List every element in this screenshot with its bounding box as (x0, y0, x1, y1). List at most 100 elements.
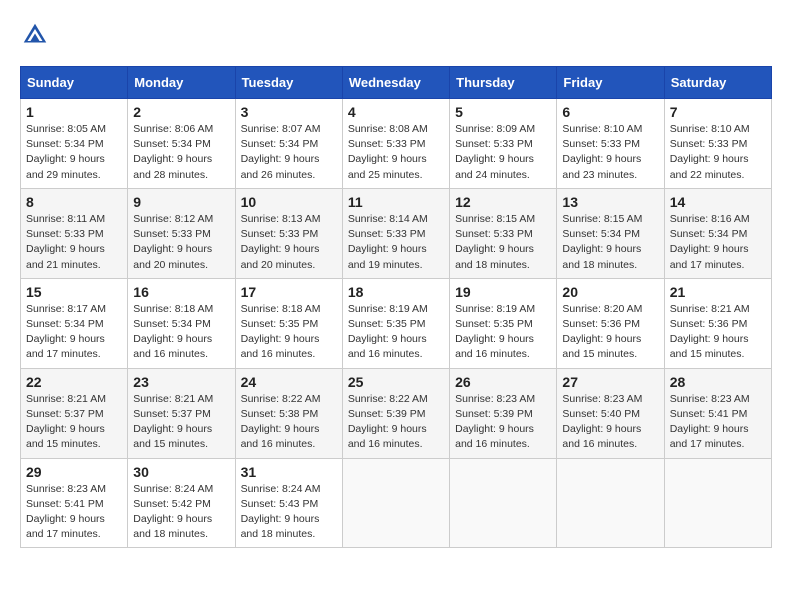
calendar-cell: 29Sunrise: 8:23 AMSunset: 5:41 PMDayligh… (21, 458, 128, 548)
day-info: Sunrise: 8:10 AMSunset: 5:33 PMDaylight:… (670, 122, 766, 183)
day-info: Sunrise: 8:21 AMSunset: 5:37 PMDaylight:… (133, 392, 229, 453)
weekday-header-friday: Friday (557, 67, 664, 99)
day-number: 14 (670, 194, 766, 210)
day-number: 21 (670, 284, 766, 300)
calendar-week-row: 29Sunrise: 8:23 AMSunset: 5:41 PMDayligh… (21, 458, 772, 548)
day-info: Sunrise: 8:23 AMSunset: 5:41 PMDaylight:… (670, 392, 766, 453)
calendar-cell: 12 Sunrise: 8:15 AMSunset: 5:33 PMDayligh… (450, 188, 557, 278)
day-info: Sunrise: 8:19 AMSunset: 5:35 PMDaylight:… (348, 302, 444, 363)
calendar-cell: 27Sunrise: 8:23 AMSunset: 5:40 PMDayligh… (557, 368, 664, 458)
calendar-cell: 10Sunrise: 8:13 AMSunset: 5:33 PMDayligh… (235, 188, 342, 278)
calendar-week-row: 1 Sunrise: 8:05 AMSunset: 5:34 PMDaylight… (21, 99, 772, 189)
day-info: Sunrise: 8:14 AMSunset: 5:33 PMDaylight:… (348, 212, 444, 273)
calendar-cell (342, 458, 449, 548)
logo (20, 20, 54, 50)
weekday-header-thursday: Thursday (450, 67, 557, 99)
day-info: Sunrise: 8:18 AMSunset: 5:34 PMDaylight:… (133, 302, 229, 363)
day-number: 17 (241, 284, 337, 300)
weekday-header-saturday: Saturday (664, 67, 771, 99)
calendar-table: SundayMondayTuesdayWednesdayThursdayFrid… (20, 66, 772, 548)
day-info: Sunrise: 8:12 AMSunset: 5:33 PMDaylight:… (133, 212, 229, 273)
calendar-cell (450, 458, 557, 548)
calendar-cell: 3 Sunrise: 8:07 AMSunset: 5:34 PMDaylight… (235, 99, 342, 189)
day-info: Sunrise: 8:08 AMSunset: 5:33 PMDaylight:… (348, 122, 444, 183)
day-info: Sunrise: 8:16 AMSunset: 5:34 PMDaylight:… (670, 212, 766, 273)
day-number: 18 (348, 284, 444, 300)
page-header (20, 20, 772, 50)
day-number: 8 (26, 194, 122, 210)
calendar-cell: 11 Sunrise: 8:14 AMSunset: 5:33 PMDayligh… (342, 188, 449, 278)
weekday-header-wednesday: Wednesday (342, 67, 449, 99)
calendar-cell: 18 Sunrise: 8:19 AMSunset: 5:35 PMDayligh… (342, 278, 449, 368)
day-number: 31 (241, 464, 337, 480)
calendar-cell: 21Sunrise: 8:21 AMSunset: 5:36 PMDayligh… (664, 278, 771, 368)
calendar-cell: 31 Sunrise: 8:24 AMSunset: 5:43 PMDayligh… (235, 458, 342, 548)
calendar-cell: 28Sunrise: 8:23 AMSunset: 5:41 PMDayligh… (664, 368, 771, 458)
calendar-cell: 26 Sunrise: 8:23 AMSunset: 5:39 PMDayligh… (450, 368, 557, 458)
calendar-cell: 22 Sunrise: 8:21 AMSunset: 5:37 PMDayligh… (21, 368, 128, 458)
day-number: 9 (133, 194, 229, 210)
weekday-header-tuesday: Tuesday (235, 67, 342, 99)
calendar-cell (664, 458, 771, 548)
day-info: Sunrise: 8:21 AMSunset: 5:37 PMDaylight:… (26, 392, 122, 453)
day-number: 12 (455, 194, 551, 210)
day-info: Sunrise: 8:15 AMSunset: 5:33 PMDaylight:… (455, 212, 551, 273)
day-number: 25 (348, 374, 444, 390)
day-info: Sunrise: 8:22 AMSunset: 5:39 PMDaylight:… (348, 392, 444, 453)
day-number: 15 (26, 284, 122, 300)
calendar-cell: 25 Sunrise: 8:22 AMSunset: 5:39 PMDayligh… (342, 368, 449, 458)
calendar-cell: 19 Sunrise: 8:19 AMSunset: 5:35 PMDayligh… (450, 278, 557, 368)
day-info: Sunrise: 8:19 AMSunset: 5:35 PMDaylight:… (455, 302, 551, 363)
day-info: Sunrise: 8:24 AMSunset: 5:43 PMDaylight:… (241, 482, 337, 543)
calendar-cell: 24 Sunrise: 8:22 AMSunset: 5:38 PMDayligh… (235, 368, 342, 458)
day-info: Sunrise: 8:09 AMSunset: 5:33 PMDaylight:… (455, 122, 551, 183)
day-info: Sunrise: 8:07 AMSunset: 5:34 PMDaylight:… (241, 122, 337, 183)
calendar-cell: 2Sunrise: 8:06 AMSunset: 5:34 PMDaylight… (128, 99, 235, 189)
calendar-cell: 23 Sunrise: 8:21 AMSunset: 5:37 PMDayligh… (128, 368, 235, 458)
day-number: 11 (348, 194, 444, 210)
calendar-cell: 7 Sunrise: 8:10 AMSunset: 5:33 PMDaylight… (664, 99, 771, 189)
day-info: Sunrise: 8:05 AMSunset: 5:34 PMDaylight:… (26, 122, 122, 183)
day-info: Sunrise: 8:11 AMSunset: 5:33 PMDaylight:… (26, 212, 122, 273)
day-info: Sunrise: 8:20 AMSunset: 5:36 PMDaylight:… (562, 302, 658, 363)
weekday-header-sunday: Sunday (21, 67, 128, 99)
day-info: Sunrise: 8:10 AMSunset: 5:33 PMDaylight:… (562, 122, 658, 183)
calendar-week-row: 15 Sunrise: 8:17 AMSunset: 5:34 PMDayligh… (21, 278, 772, 368)
day-number: 4 (348, 104, 444, 120)
calendar-cell: 1 Sunrise: 8:05 AMSunset: 5:34 PMDaylight… (21, 99, 128, 189)
day-number: 7 (670, 104, 766, 120)
calendar-week-row: 8 Sunrise: 8:11 AMSunset: 5:33 PMDaylight… (21, 188, 772, 278)
day-info: Sunrise: 8:17 AMSunset: 5:34 PMDaylight:… (26, 302, 122, 363)
day-number: 6 (562, 104, 658, 120)
calendar-week-row: 22 Sunrise: 8:21 AMSunset: 5:37 PMDayligh… (21, 368, 772, 458)
day-info: Sunrise: 8:22 AMSunset: 5:38 PMDaylight:… (241, 392, 337, 453)
day-info: Sunrise: 8:23 AMSunset: 5:39 PMDaylight:… (455, 392, 551, 453)
day-number: 29 (26, 464, 122, 480)
calendar-cell: 9 Sunrise: 8:12 AMSunset: 5:33 PMDaylight… (128, 188, 235, 278)
day-number: 19 (455, 284, 551, 300)
calendar-cell: 8 Sunrise: 8:11 AMSunset: 5:33 PMDaylight… (21, 188, 128, 278)
day-number: 20 (562, 284, 658, 300)
calendar-cell: 17Sunrise: 8:18 AMSunset: 5:35 PMDayligh… (235, 278, 342, 368)
calendar-cell: 5 Sunrise: 8:09 AMSunset: 5:33 PMDaylight… (450, 99, 557, 189)
calendar-cell: 4 Sunrise: 8:08 AMSunset: 5:33 PMDaylight… (342, 99, 449, 189)
calendar-cell: 6 Sunrise: 8:10 AMSunset: 5:33 PMDaylight… (557, 99, 664, 189)
day-number: 26 (455, 374, 551, 390)
day-info: Sunrise: 8:06 AMSunset: 5:34 PMDaylight:… (133, 122, 229, 183)
day-number: 3 (241, 104, 337, 120)
day-number: 24 (241, 374, 337, 390)
day-number: 10 (241, 194, 337, 210)
day-number: 13 (562, 194, 658, 210)
day-number: 1 (26, 104, 122, 120)
calendar-cell: 20 Sunrise: 8:20 AMSunset: 5:36 PMDayligh… (557, 278, 664, 368)
calendar-cell: 13Sunrise: 8:15 AMSunset: 5:34 PMDayligh… (557, 188, 664, 278)
day-number: 16 (133, 284, 229, 300)
day-info: Sunrise: 8:23 AMSunset: 5:40 PMDaylight:… (562, 392, 658, 453)
day-number: 23 (133, 374, 229, 390)
day-info: Sunrise: 8:24 AMSunset: 5:42 PMDaylight:… (133, 482, 229, 543)
day-number: 22 (26, 374, 122, 390)
day-number: 5 (455, 104, 551, 120)
weekday-header-monday: Monday (128, 67, 235, 99)
calendar-cell: 16 Sunrise: 8:18 AMSunset: 5:34 PMDayligh… (128, 278, 235, 368)
calendar-cell: 14 Sunrise: 8:16 AMSunset: 5:34 PMDayligh… (664, 188, 771, 278)
